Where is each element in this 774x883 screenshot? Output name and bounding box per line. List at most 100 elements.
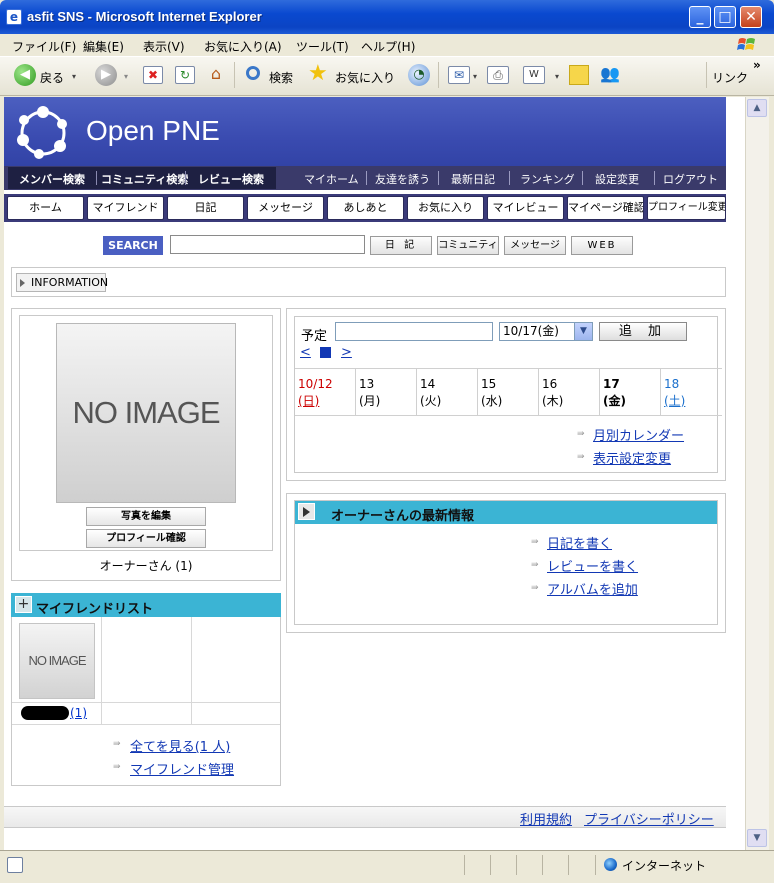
nav-settings[interactable]: 設定変更 [595,171,639,187]
manage-friends-link[interactable]: マイフレンド管理 [130,759,234,778]
window-title: asfit SNS - Microsoft Internet Explorer [27,9,262,24]
see-all-friends-link[interactable]: 全てを見る(1 人) [130,736,230,755]
nav-ranking[interactable]: ランキング [520,171,575,187]
vertical-scrollbar[interactable] [745,97,769,850]
tab-community-search[interactable]: コミュニティ検索 [101,171,188,187]
privacy-link[interactable]: プライバシーポリシー [584,809,714,828]
calendar-day-date: 13 [359,377,375,391]
calendar-next-link[interactable]: > [341,345,352,360]
add-plan-button[interactable]: 追 加 [599,322,687,341]
calendar-day[interactable]: 17 (金) [600,368,661,416]
friend-name-redacted[interactable] [21,706,69,720]
messenger-icon[interactable]: 👥 [600,64,620,83]
history-icon[interactable]: ◔ [408,64,430,86]
nav-latest-diaries[interactable]: 最新日記 [451,171,495,187]
search-web-button[interactable]: WEB [571,236,633,255]
write-review-link[interactable]: レビューを書く [547,556,638,575]
information-tab[interactable]: INFORMATION [16,273,108,292]
main-nav-footprints[interactable]: あしあと [327,196,404,220]
links-chevron-icon[interactable]: » [753,58,761,72]
menu-edit[interactable]: 編集(E) [83,38,124,55]
print-icon[interactable]: ⎙ [487,66,509,84]
view-profile-button[interactable]: プロフィール確認 [86,529,206,548]
main-nav-my-reviews[interactable]: マイレビュー [487,196,564,220]
search-community-button[interactable]: コミュニティ [437,236,499,255]
scroll-up-icon[interactable]: ▲ [747,99,767,117]
edit-dropdown-icon[interactable]: ▾ [555,72,559,81]
menu-help[interactable]: ヘルプ(H) [361,38,415,55]
triangle-right-icon [303,507,310,517]
links-button[interactable]: リンク [712,69,748,86]
tab-member-search[interactable]: メンバー検索 [19,171,85,187]
calendar-day[interactable]: 15 (水) [478,368,539,416]
calendar-day[interactable]: 14 (火) [417,368,478,416]
forward-dropdown-icon[interactable]: ▾ [124,72,128,81]
edit-photo-button[interactable]: 写真を編集 [86,507,206,526]
menu-view[interactable]: 表示(V) [143,38,185,55]
edit-document-icon[interactable]: W [523,66,545,84]
nav-separator [654,171,655,185]
stop-icon[interactable]: ✖ [143,66,163,84]
nav-invite-friends[interactable]: 友達を誘う [375,171,430,187]
back-arrow-icon[interactable]: ◀ [14,64,36,86]
search-button[interactable]: 検索 [269,69,293,86]
friend-no-image-text: NO IMAGE [28,653,86,668]
chevron-down-icon[interactable]: ▼ [574,323,592,340]
friend-cell [192,703,280,725]
calendar-day[interactable]: 10/12 (日) [295,368,356,416]
calendar-day[interactable]: 16 (木) [539,368,600,416]
tab-review-search[interactable]: レビュー検索 [198,171,264,187]
owner-name: オーナーさん (1) [99,559,193,573]
forward-arrow-icon[interactable]: ▶ [95,64,117,86]
calendar-day-weekday: (土) [664,394,686,408]
link-arrow-icon: ⇛ [531,537,539,547]
add-album-link[interactable]: アルバムを追加 [547,579,638,598]
back-button[interactable]: 戻る [40,69,64,86]
search-diary-button[interactable]: 日 記 [370,236,432,255]
back-dropdown-icon[interactable]: ▾ [72,72,76,81]
display-settings-link[interactable]: 表示設定変更 [593,448,671,467]
minimize-button[interactable]: _ [689,6,711,28]
favorites-button[interactable]: お気に入り [335,69,395,86]
note-icon[interactable] [569,65,589,85]
openpne-logo-icon[interactable] [14,104,72,162]
search-label: SEARCH [103,236,163,255]
write-diary-link[interactable]: 日記を書く [547,533,612,552]
search-message-button[interactable]: メッセージ [504,236,566,255]
main-nav-diary[interactable]: 日記 [167,196,244,220]
monthly-calendar-link[interactable]: 月別カレンダー [593,425,684,444]
main-nav-messages[interactable]: メッセージ [247,196,324,220]
calendar-day[interactable]: 18 (土) [661,368,722,416]
main-nav-my-page-check[interactable]: マイページ確認 [567,196,644,220]
home-icon[interactable]: ⌂ [206,66,226,84]
refresh-icon[interactable]: ↻ [175,66,195,84]
mail-icon[interactable]: ✉ [448,66,470,84]
search-input[interactable] [170,235,365,254]
main-nav-my-friends[interactable]: マイフレンド [87,196,164,220]
ie-page-icon[interactable]: e [6,9,22,25]
calendar-day[interactable]: 13 (月) [356,368,417,416]
calendar-today-icon[interactable] [320,347,331,358]
main-nav-profile-edit[interactable]: プロフィール変更 [647,196,726,220]
scroll-down-icon[interactable]: ▼ [747,829,767,847]
site-logo[interactable]: Open PNE [86,115,220,147]
close-button[interactable]: ✕ [740,6,762,28]
main-nav-home[interactable]: ホーム [7,196,84,220]
terms-link[interactable]: 利用規約 [520,809,572,828]
menu-file[interactable]: ファイル(F) [12,38,76,55]
maximize-button[interactable]: □ [714,6,736,28]
menu-tools[interactable]: ツール(T) [296,38,349,55]
friend-count-link[interactable]: (1) [70,706,87,720]
nav-my-home[interactable]: マイホーム [304,171,359,187]
main-nav-favorites[interactable]: お気に入り [407,196,484,220]
nav-logout[interactable]: ログアウト [663,171,718,187]
search-icon[interactable] [246,66,260,80]
calendar-day-weekday: (日) [298,394,320,408]
favorites-star-icon[interactable]: ★ [308,62,328,86]
menu-favorites[interactable]: お気に入り(A) [204,38,282,55]
plus-icon[interactable]: + [15,596,32,613]
mail-dropdown-icon[interactable]: ▾ [473,72,477,81]
plan-input[interactable] [335,322,493,341]
link-arrow-icon: ⇛ [113,739,121,749]
calendar-prev-link[interactable]: < [300,345,311,360]
